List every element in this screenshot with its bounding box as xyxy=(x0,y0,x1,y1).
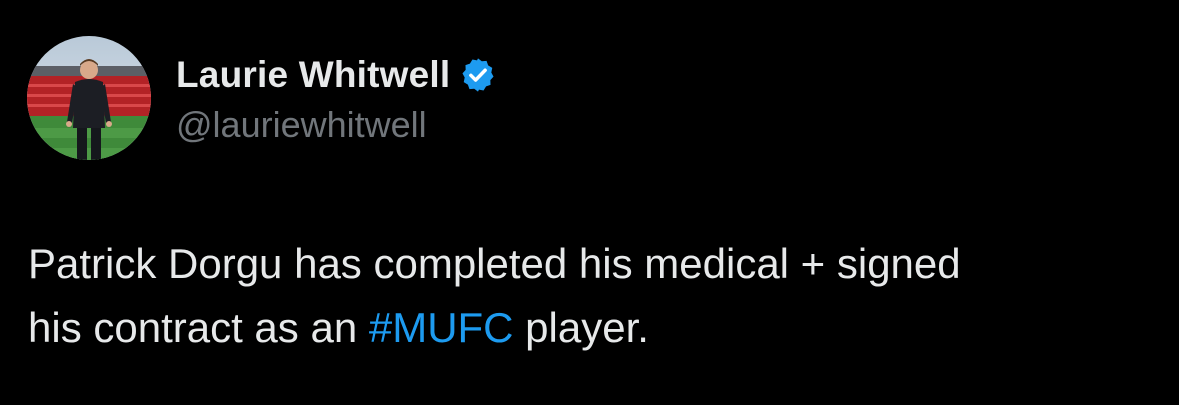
tweet-text-segment: his contract as an xyxy=(28,304,369,351)
tweet-text: Patrick Dorgu has completed his medical … xyxy=(28,232,1148,360)
display-name[interactable]: Laurie Whitwell xyxy=(176,54,450,96)
avatar[interactable] xyxy=(27,36,151,160)
tweet-card: Laurie Whitwell @lauriewhitwell Patrick … xyxy=(0,0,1179,405)
tweet-header: Laurie Whitwell @lauriewhitwell xyxy=(27,36,497,160)
avatar-image xyxy=(27,36,151,160)
user-handle[interactable]: @lauriewhitwell xyxy=(176,104,497,146)
name-row: Laurie Whitwell xyxy=(176,50,497,100)
verified-check-icon xyxy=(459,56,497,94)
hashtag-link[interactable]: #MUFC xyxy=(369,304,514,351)
tweet-text-segment: player. xyxy=(513,304,649,351)
tweet-text-line-2: his contract as an #MUFC player. xyxy=(28,296,1148,360)
tweet-text-line-1: Patrick Dorgu has completed his medical … xyxy=(28,240,961,287)
user-info: Laurie Whitwell @lauriewhitwell xyxy=(176,50,497,146)
